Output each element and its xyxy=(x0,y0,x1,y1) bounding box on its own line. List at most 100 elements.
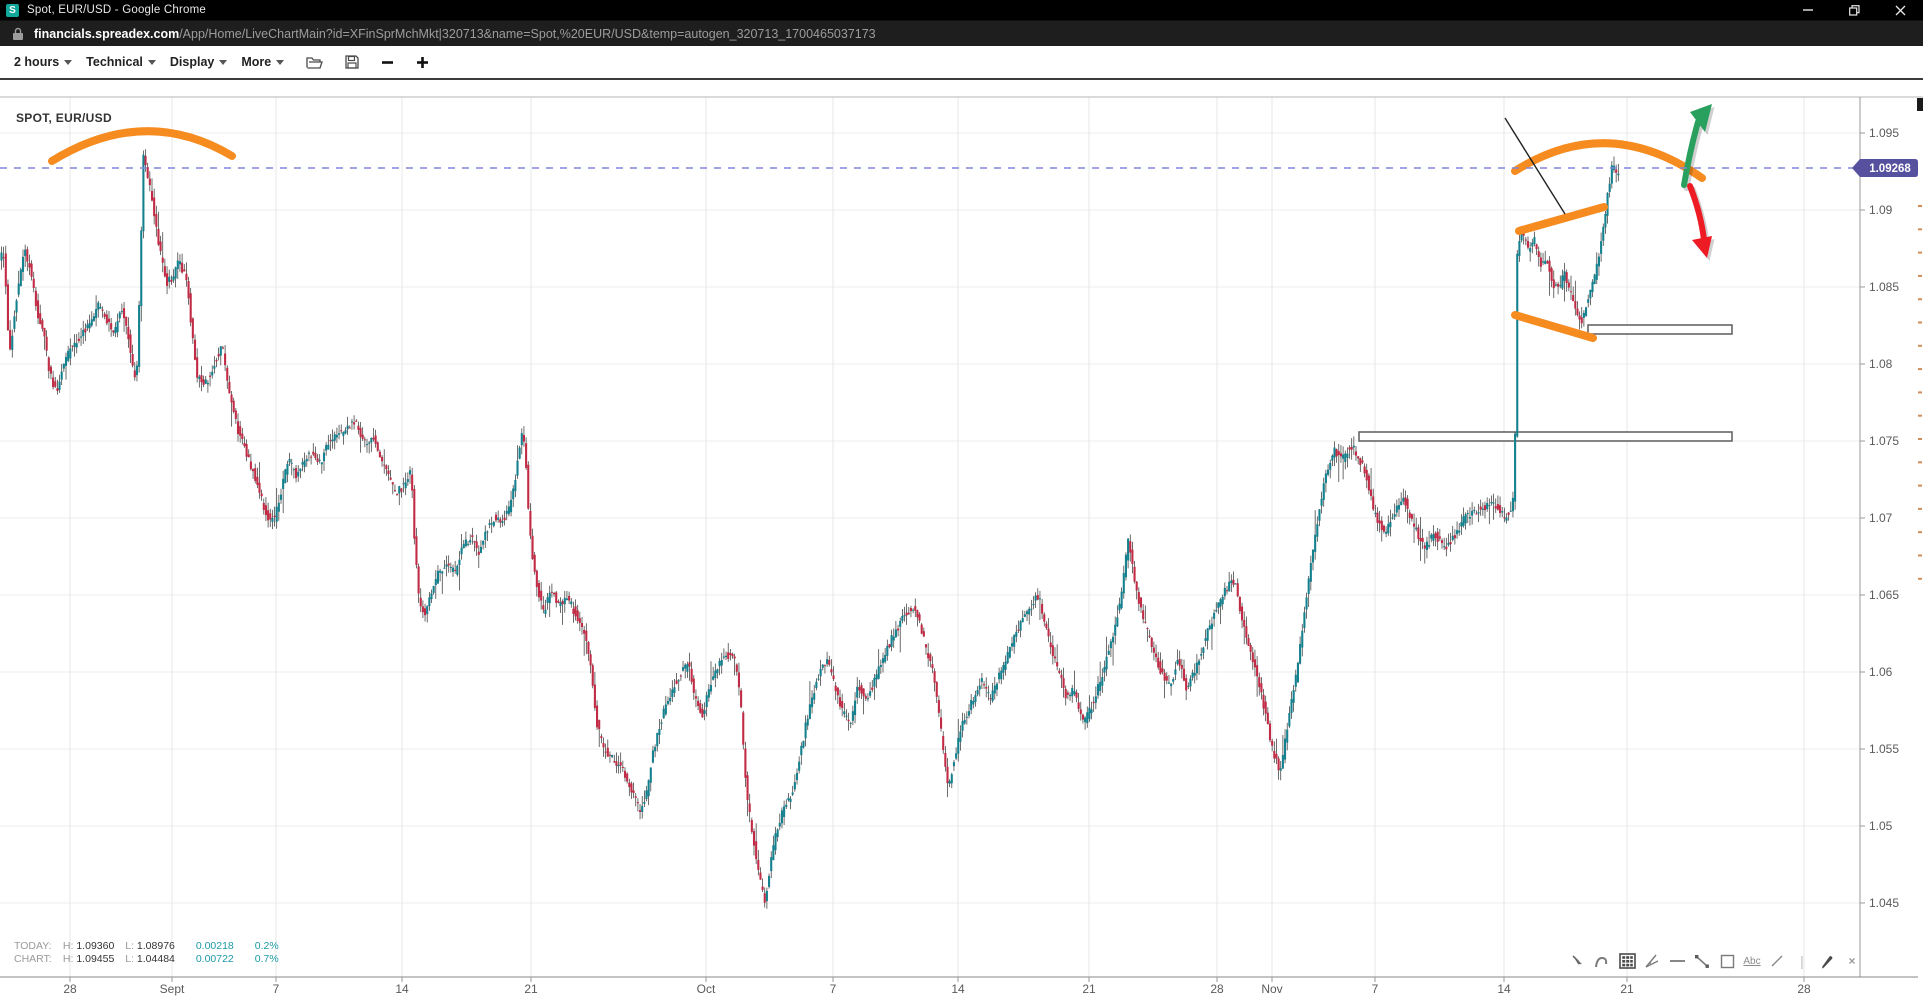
minimize-button[interactable] xyxy=(1785,0,1831,20)
axis-mark xyxy=(1918,368,1922,370)
price-axis-label: 1.065 xyxy=(1869,588,1899,602)
candlestick-chart-canvas[interactable]: 1.092681.0951.091.0851.081.0751.071.0651… xyxy=(0,0,1923,1006)
restore-button[interactable] xyxy=(1831,0,1877,20)
axis-mark xyxy=(1918,531,1922,533)
time-axis-label: Sept xyxy=(160,982,185,996)
black-trendline-annotation[interactable] xyxy=(1505,118,1565,214)
url-domain: financials.spreadex.com xyxy=(34,27,179,41)
horizontal-line-icon[interactable] xyxy=(1668,952,1686,970)
display-dropdown[interactable]: Display xyxy=(170,55,227,69)
zoom-out-icon[interactable] xyxy=(381,56,394,69)
time-axis-label: 7 xyxy=(830,982,837,996)
browser-url-bar[interactable]: financials.spreadex.com/App/Home/LiveCha… xyxy=(0,20,1923,47)
spreadex-logo-icon: S xyxy=(6,4,19,17)
chart-stats-row: CHART: H: 1.09455 L: 1.04484 0.00722 0.7… xyxy=(14,953,279,966)
close-button[interactable] xyxy=(1877,0,1923,20)
current-price-value: 1.09268 xyxy=(1869,163,1911,175)
price-axis-label: 1.08 xyxy=(1869,357,1893,371)
window-title-bar: S Spot, EUR/USD - Google Chrome xyxy=(0,0,1923,20)
time-axis-label: 7 xyxy=(1372,982,1379,996)
technical-dropdown[interactable]: Technical xyxy=(86,55,156,69)
axis-mark xyxy=(1918,578,1922,580)
timeframe-dropdown[interactable]: 2 hours xyxy=(14,55,72,69)
delete-glyph: × xyxy=(1848,954,1855,968)
today-label: TODAY: xyxy=(14,940,60,953)
today-low-value: 1.08976 xyxy=(137,940,175,953)
display-label: Display xyxy=(170,55,214,69)
window-title: Spot, EUR/USD - Google Chrome xyxy=(27,4,206,16)
axis-mark xyxy=(1918,508,1922,510)
price-axis-label: 1.07 xyxy=(1869,511,1893,525)
text-abc-icon[interactable]: Abc xyxy=(1743,952,1761,970)
browser-window: 1.092681.0951.091.0851.081.0751.071.0651… xyxy=(0,0,1923,1006)
orange-arc-annotation[interactable] xyxy=(52,131,232,161)
support-zone-rectangle[interactable] xyxy=(1359,432,1732,441)
time-axis-label: 21 xyxy=(524,982,538,996)
save-icon[interactable] xyxy=(345,55,359,69)
pencil-icon[interactable] xyxy=(1818,952,1836,970)
instrument-label: SPOT, EUR/USD xyxy=(16,111,112,125)
axis-mark xyxy=(1918,485,1922,487)
abc-label: Abc xyxy=(1743,956,1760,967)
price-axis-label: 1.045 xyxy=(1869,896,1899,910)
time-axis-label: 7 xyxy=(273,982,280,996)
axis-mark xyxy=(1918,275,1922,277)
delete-icon[interactable]: × xyxy=(1843,952,1861,970)
more-dropdown[interactable]: More xyxy=(241,55,284,69)
zoom-in-icon[interactable] xyxy=(416,56,429,69)
scrollbar-nub[interactable] xyxy=(1917,98,1923,111)
price-axis-label: 1.09 xyxy=(1869,203,1893,217)
axis-mark xyxy=(1918,438,1922,440)
axis-mark xyxy=(1918,205,1922,207)
axis-mark xyxy=(1918,391,1922,393)
minimize-icon xyxy=(1803,5,1813,15)
polyline-icon[interactable] xyxy=(1693,952,1711,970)
drawing-toolbar: Abc | × xyxy=(1568,949,1861,973)
orange-arc-annotation[interactable] xyxy=(1515,143,1702,178)
candles xyxy=(0,149,1619,909)
cursor-arrow-icon[interactable] xyxy=(1568,952,1586,970)
chevron-down-icon xyxy=(219,60,227,65)
url-text[interactable]: financials.spreadex.com/App/Home/LiveCha… xyxy=(34,27,876,41)
open-folder-icon[interactable] xyxy=(306,55,323,69)
time-axis-label: Nov xyxy=(1261,982,1282,996)
time-axis-label: Oct xyxy=(697,982,716,996)
time-axis-label: 14 xyxy=(951,982,965,996)
url-path: /App/Home/LiveChartMain?id=XFinSprMchMkt… xyxy=(179,27,875,41)
chevron-down-icon xyxy=(148,60,156,65)
today-high-value: 1.09360 xyxy=(76,940,114,953)
low-label: L: xyxy=(125,940,134,953)
trend-lines-icon[interactable] xyxy=(1643,952,1661,970)
axis-mark xyxy=(1918,252,1922,254)
chart-toolbar: 2 hours Technical Display More xyxy=(0,46,1923,80)
diagonal-line-icon[interactable] xyxy=(1768,952,1786,970)
rectangle-icon[interactable] xyxy=(1718,952,1736,970)
chart-change-value: 0.00722 xyxy=(196,953,248,966)
chart-high-value: 1.09455 xyxy=(76,953,114,966)
more-label: More xyxy=(241,55,271,69)
chart-label: CHART: xyxy=(14,953,60,966)
time-axis-label: 14 xyxy=(395,982,409,996)
time-axis-label: 28 xyxy=(1797,982,1811,996)
timeframe-label: 2 hours xyxy=(14,55,59,69)
price-axis-label: 1.055 xyxy=(1869,742,1899,756)
time-axis-label: 21 xyxy=(1620,982,1634,996)
red-down-arrow-annotation[interactable] xyxy=(1690,186,1715,261)
time-axis-label: 28 xyxy=(63,982,77,996)
curve-line-icon[interactable] xyxy=(1593,952,1611,970)
separator: | xyxy=(1793,952,1811,970)
time-axis-label: 28 xyxy=(1210,982,1224,996)
chevron-down-icon xyxy=(276,60,284,65)
support-zone-rectangle[interactable] xyxy=(1588,325,1732,334)
price-axis-label: 1.075 xyxy=(1869,434,1899,448)
axis-mark xyxy=(1918,461,1922,463)
today-change-pct: 0.2% xyxy=(255,940,279,953)
grid-table-icon[interactable] xyxy=(1618,952,1636,970)
today-stats-row: TODAY: H: 1.09360 L: 1.08976 0.00218 0.2… xyxy=(14,940,279,953)
today-change-value: 0.00218 xyxy=(196,940,248,953)
axis-mark xyxy=(1918,298,1922,300)
axis-mark xyxy=(1918,415,1922,417)
orange-trendline-annotation[interactable] xyxy=(1519,207,1604,231)
axis-mark xyxy=(1918,345,1922,347)
window-controls xyxy=(1785,0,1923,20)
